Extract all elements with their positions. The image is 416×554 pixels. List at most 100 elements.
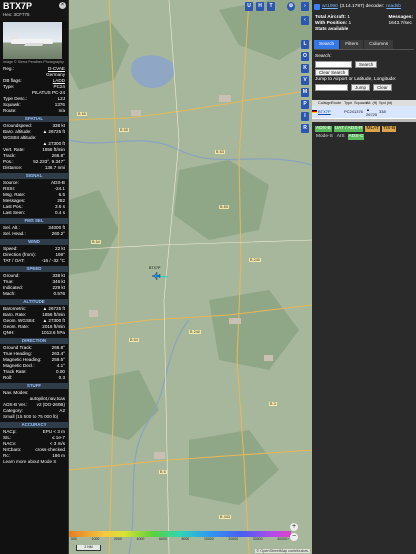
search-button[interactable]: Search	[355, 61, 378, 69]
tab-search[interactable]: Search	[314, 40, 340, 50]
road-label: B 443	[219, 515, 231, 519]
column-header-alt-ft[interactable]: Alt. (ft)	[366, 101, 379, 105]
germany-flag-icon	[312, 110, 317, 114]
aircraft-icon[interactable]	[151, 271, 161, 281]
row-callsign[interactable]: BTX7P	[318, 109, 331, 114]
section-title-wind: WIND	[0, 239, 68, 245]
column-header-callsign[interactable]: Callsign	[318, 101, 332, 105]
zoom-out-button[interactable]: −	[290, 533, 298, 541]
road-label: B 3	[269, 402, 277, 406]
photo-credit: Image © Sierra Peralbec Photography	[3, 60, 64, 64]
map-button-p[interactable]: P	[301, 100, 309, 109]
column-header-type[interactable]: Type	[344, 101, 354, 105]
info-sel-head-label: Sel. Head.:	[3, 231, 26, 236]
map-button-u[interactable]: U	[245, 2, 253, 11]
legend-ads-b: ADS-B	[315, 125, 332, 132]
tab-filters[interactable]: Filters	[340, 40, 364, 50]
total-aircraft-label: Total Aircraft:	[315, 15, 346, 20]
jump-button[interactable]: Jump	[351, 83, 371, 91]
with-position-label: With Position:	[315, 20, 348, 26]
map-button-m[interactable]: M	[301, 88, 309, 97]
version-link[interactable]: wr1090	[322, 4, 338, 9]
info-qnh-label: QNH:	[3, 330, 15, 335]
legend-tis-b: TIS-B	[381, 125, 397, 132]
section-title-accuracy: ACCURACY	[0, 422, 68, 428]
decoder-link[interactable]: readsb	[386, 4, 401, 9]
colorbar-label: 500	[71, 537, 77, 541]
search-input[interactable]	[315, 61, 352, 69]
zoom-in-button[interactable]: +	[290, 523, 298, 531]
road-label: B 240	[189, 330, 201, 334]
row-altitude: ▲ 26725	[366, 106, 378, 117]
legend-mode-s: Mode-S	[316, 133, 333, 139]
jump-label: Jump to Airport or Latitude, Longitude:	[315, 77, 397, 83]
jump-input[interactable]	[315, 83, 348, 91]
map-button-l[interactable]: L	[301, 40, 309, 49]
info-wgs84-altitude-label: WGS84 altitude:	[3, 135, 37, 140]
column-header-spd-kt[interactable]: Spd (kt)	[379, 101, 394, 105]
legend-mlat: MLAT	[365, 125, 380, 132]
info-sel-head-row: Sel. Head.: 260.2°	[0, 231, 68, 237]
row-type: PC24	[344, 109, 355, 115]
messages-value: 1643.7/sec	[388, 20, 412, 26]
info-sel-head-value: 260.2°	[51, 231, 65, 236]
info-mach-row: Mach: 0.576	[0, 291, 68, 297]
stats-available-link[interactable]: Stats available	[315, 27, 348, 32]
legend-uat-ads-r: UAT / ADS-R	[333, 125, 364, 132]
colorbar-label: 20000	[228, 537, 239, 541]
selected-hex: Hex: 3CF775	[3, 12, 30, 17]
section-title-altitude: ALTITUDE	[0, 299, 68, 305]
aircraft-stats: Total Aircraft: 1 With Position: 1 Stats…	[312, 13, 416, 34]
map-button-o[interactable]: O	[301, 52, 309, 61]
info-roll-label: Roll:	[3, 375, 13, 380]
sidebar-tabs: Search Filters Columns	[314, 40, 414, 51]
legend-ads-c: ADS-C	[347, 133, 365, 140]
map-view[interactable]: B 65 B 65 B 83 B 83 B 64 B 240 B 240 B 64 B 3 B 6…	[69, 0, 312, 554]
colorbar-label: 6000	[158, 537, 167, 541]
tar1090-app: BTX7P Hex: 3CF775 × Image © Sierra Peral…	[0, 0, 416, 554]
infoblock-header: BTX7P Hex: 3CF775 ×	[0, 0, 68, 21]
map-button-r[interactable]: R	[301, 124, 309, 133]
info-tat-oat-label: TAT / OAT:	[3, 258, 25, 263]
column-header-squawk[interactable]: Squawk	[354, 101, 368, 105]
section-text: Small (15 500 to 75 000 lb)	[3, 414, 59, 419]
clear-search-button[interactable]: Clear Search	[315, 69, 350, 77]
source-legend: ADS-B UAT / ADS-R MLAT TIS-B Mode-S AIS ADS-C	[312, 122, 416, 144]
section-text: Learn more about Mode S	[3, 459, 57, 464]
column-header-route[interactable]: Route	[331, 101, 344, 105]
map-button-k[interactable]: K	[301, 64, 309, 73]
info-tat-oat-row: TAT / OAT: -16 / -32 °C	[0, 258, 68, 264]
map-button-t[interactable]: T	[267, 2, 275, 11]
colorbar-label: 4000	[136, 537, 145, 541]
map-button-v[interactable]: V	[301, 76, 309, 85]
info-distance-label: Distance:	[3, 165, 23, 170]
aircraft-photo[interactable]	[3, 22, 62, 59]
tab-columns[interactable]: Columns	[364, 40, 394, 50]
close-icon[interactable]: ×	[59, 2, 66, 9]
lake	[131, 55, 175, 88]
info-distance-value: 136.7 nmi	[44, 165, 65, 170]
map-button-h[interactable]: H	[256, 2, 264, 11]
info-sections: SPATIAL Groundspeed: 338 kt Baro. altitude:…	[0, 116, 68, 465]
info-qnh-value: 1013.6 hPa	[41, 330, 65, 335]
colorbar-label: 8000	[181, 537, 190, 541]
info-nav-modes-label: Nav. Modes:	[3, 390, 29, 395]
column-header-value	[394, 101, 406, 105]
sidebar-header: wr1090 (3.14.1787) decoder: readsb	[312, 0, 416, 13]
section-title-direction: DIRECTION	[0, 338, 68, 344]
jump-clear-button[interactable]: Clear	[373, 83, 392, 91]
map-button-i[interactable]: I	[301, 112, 309, 121]
map-attribution: © OpenStreetMap contributors.	[255, 549, 310, 553]
section-title-spatial: SPATIAL	[0, 116, 68, 122]
table-row[interactable]: BTX7P PC24 1376 ▲ 26725 338	[312, 105, 416, 118]
row-squawk: 1376	[354, 109, 363, 115]
road-label: B 6	[159, 470, 167, 474]
app-logo-icon	[314, 3, 320, 10]
expand-icon[interactable]: ›	[301, 2, 309, 11]
settings-gear-icon[interactable]: ⚙	[287, 2, 295, 11]
road-label: B 64	[129, 338, 139, 342]
row-speed: 338	[379, 109, 386, 115]
back-icon[interactable]: ‹	[301, 16, 309, 25]
info-last-seen-label: Last Seen:	[3, 210, 25, 215]
info-last-seen-row: Last Seen: 0.4 s	[0, 210, 68, 216]
